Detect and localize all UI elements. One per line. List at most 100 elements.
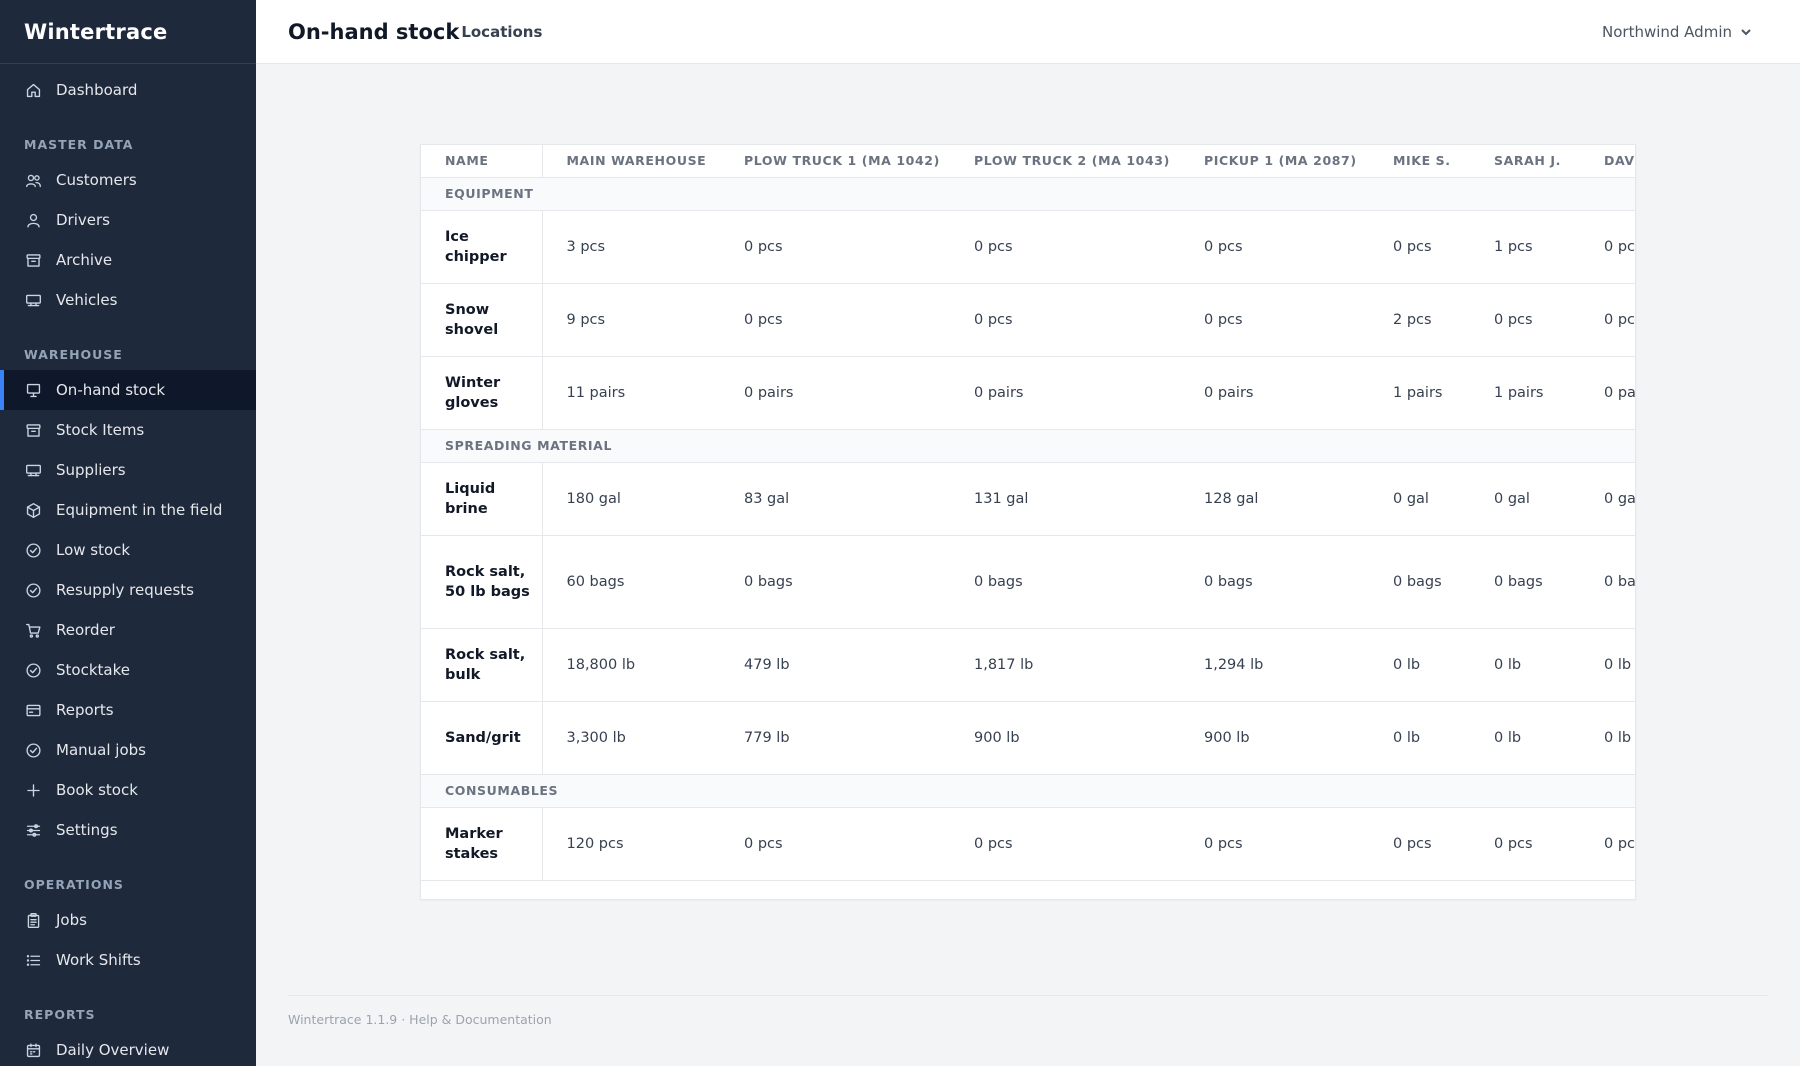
- archive-icon: [24, 251, 42, 269]
- user-icon: [24, 211, 42, 229]
- stock-cell: 0 pcs: [950, 283, 1180, 357]
- user-menu[interactable]: Northwind Admin: [1602, 0, 1752, 64]
- item-name: Ice chipper: [421, 210, 543, 284]
- stock-cell: 0 bags: [720, 535, 950, 629]
- stock-cell: 0 pcs: [1369, 210, 1470, 284]
- sidebar-item-label: Reorder: [56, 621, 115, 639]
- sidebar-section-master-data: MASTER DATA: [24, 137, 134, 152]
- truck-icon: [24, 291, 42, 309]
- stock-cell: 0 pcs: [950, 210, 1180, 284]
- sidebar-item-label: Daily Overview: [56, 1041, 170, 1059]
- column-header-plow-truck-2-ma-1043[interactable]: PLOW TRUCK 2 (MA 1043): [950, 145, 1180, 178]
- truck-icon: [24, 461, 42, 479]
- table-row[interactable]: Snow shovel 9 pcs 0 pcs 0 pcs 0 pcs 2 pcs 0 pc…: [421, 283, 1635, 357]
- stock-cell: 0 ga: [1580, 462, 1635, 536]
- sidebar-item-stocktake[interactable]: Stocktake: [0, 650, 256, 690]
- table-row[interactable]: Rock salt, bulk 18,800 lb 479 lb 1,817 lb 1,…: [421, 628, 1635, 702]
- sidebar-item-label: Stock Items: [56, 421, 145, 439]
- plus-icon: [24, 781, 42, 799]
- sidebar-item-equipment-in-the-field[interactable]: Equipment in the field: [0, 490, 256, 530]
- sidebar-item-on-hand-stock[interactable]: On-hand stock: [0, 370, 256, 410]
- stock-cell: 0 pcs: [950, 807, 1180, 881]
- group-title: SPREADING MATERIAL: [421, 429, 1635, 463]
- sidebar-item-label: Stocktake: [56, 661, 130, 679]
- stock-cell: 60 bags: [542, 535, 720, 629]
- stock-cell: 0 bags: [1369, 535, 1470, 629]
- stock-cell: 0 bags: [1470, 535, 1580, 629]
- stock-cell: 0 pcs: [1180, 210, 1369, 284]
- column-header-main-warehouse[interactable]: MAIN WAREHOUSE: [542, 145, 720, 178]
- stock-table-card[interactable]: NAME MAIN WAREHOUSE PLOW TRUCK 1 (MA 1042)…: [420, 144, 1636, 900]
- sidebar-item-label: Suppliers: [56, 461, 126, 479]
- stock-cell: 9 pcs: [542, 283, 720, 357]
- stock-cell: 0 pcs: [1470, 807, 1580, 881]
- sidebar-item-customers[interactable]: Customers: [0, 160, 256, 200]
- sidebar-item-stock-items[interactable]: Stock Items: [0, 410, 256, 450]
- table-header-row: NAME MAIN WAREHOUSE PLOW TRUCK 1 (MA 1042)…: [421, 145, 1635, 178]
- table-row[interactable]: Sand/grit 3,300 lb 779 lb 900 lb 900 lb 0 lb 0…: [421, 701, 1635, 775]
- sidebar-item-label: Work Shifts: [56, 951, 141, 969]
- sidebar-section-reports: REPORTS: [24, 1007, 96, 1022]
- stock-cell: 0 gal: [1470, 462, 1580, 536]
- sidebar-section-operations: OPERATIONS: [24, 877, 124, 892]
- sidebar-item-reorder[interactable]: Reorder: [0, 610, 256, 650]
- column-header-mike-s[interactable]: MIKE S.: [1369, 145, 1470, 178]
- table-row[interactable]: Rock salt, 50 lb bags 60 bags 0 bags 0 bags…: [421, 535, 1635, 629]
- archive-icon: [24, 421, 42, 439]
- footer-text[interactable]: Wintertrace 1.1.9 · Help & Documentation: [288, 1012, 552, 1027]
- table-row[interactable]: Liquid brine 180 gal 83 gal 131 gal 128 gal 0…: [421, 462, 1635, 536]
- stock-cell: 0 pcs: [1369, 807, 1470, 881]
- sidebar-item-label: Book stock: [56, 781, 138, 799]
- stock-cell: 0 lb: [1580, 628, 1635, 702]
- stock-cell: 0 pcs: [720, 210, 950, 284]
- check-circle-icon: [24, 581, 42, 599]
- stock-cell: 900 lb: [950, 701, 1180, 775]
- sidebar-item-resupply-requests[interactable]: Resupply requests: [0, 570, 256, 610]
- column-header-sarah-j[interactable]: SARAH J.: [1470, 145, 1580, 178]
- stock-cell: 1,294 lb: [1180, 628, 1369, 702]
- sidebar-item-reports[interactable]: Reports: [0, 690, 256, 730]
- stock-cell: 0 pcs: [1180, 807, 1369, 881]
- sidebar-item-label: Low stock: [56, 541, 131, 559]
- stock-cell: 83 gal: [720, 462, 950, 536]
- list-icon: [24, 951, 42, 969]
- sidebar-item-manual-jobs[interactable]: Manual jobs: [0, 730, 256, 770]
- sidebar-item-dashboard[interactable]: Dashboard: [0, 70, 256, 110]
- stock-cell: 0 pc: [1580, 283, 1635, 357]
- home-icon: [24, 81, 42, 99]
- stock-cell: 900 lb: [1180, 701, 1369, 775]
- stock-cell: 0 pairs: [950, 356, 1180, 430]
- stock-cell: 0 lb: [1470, 628, 1580, 702]
- sidebar-item-jobs[interactable]: Jobs: [0, 900, 256, 940]
- locations-link[interactable]: Locations: [461, 23, 542, 41]
- sidebar-item-work-shifts[interactable]: Work Shifts: [0, 940, 256, 980]
- table-row[interactable]: Winter gloves 11 pairs 0 pairs 0 pairs 0 pai…: [421, 356, 1635, 430]
- sidebar-item-label: Equipment in the field: [56, 501, 223, 519]
- app-logo[interactable]: Wintertrace: [0, 0, 256, 64]
- stock-cell: 779 lb: [720, 701, 950, 775]
- sidebar-item-label: On-hand stock: [56, 381, 166, 399]
- column-header-davi[interactable]: DAVI: [1580, 145, 1635, 178]
- sidebar-item-suppliers[interactable]: Suppliers: [0, 450, 256, 490]
- item-name: Liquid brine: [421, 462, 543, 536]
- stock-cell: 18,800 lb: [542, 628, 720, 702]
- column-header-name[interactable]: NAME: [421, 145, 543, 178]
- stock-cell: 0 pc: [1580, 210, 1635, 284]
- sidebar-item-vehicles[interactable]: Vehicles: [0, 280, 256, 320]
- group-title: CONSUMABLES: [421, 774, 1635, 808]
- stock-cell: 0 pcs: [1470, 283, 1580, 357]
- sidebar-item-low-stock[interactable]: Low stock: [0, 530, 256, 570]
- table-row[interactable]: Marker stakes 120 pcs 0 pcs 0 pcs 0 pcs 0 pcs…: [421, 807, 1635, 881]
- sidebar-item-settings[interactable]: Settings: [0, 810, 256, 850]
- sidebar-item-archive[interactable]: Archive: [0, 240, 256, 280]
- stock-cell: 0 pairs: [1180, 356, 1369, 430]
- sidebar-item-daily-overview[interactable]: Daily Overview: [0, 1030, 256, 1066]
- sidebar-item-book-stock[interactable]: Book stock: [0, 770, 256, 810]
- sidebar-item-drivers[interactable]: Drivers: [0, 200, 256, 240]
- stock-cell: 0 bags: [1180, 535, 1369, 629]
- column-header-pickup-1-ma-2087[interactable]: PICKUP 1 (MA 2087): [1180, 145, 1369, 178]
- stock-cell: 0 bags: [950, 535, 1180, 629]
- column-header-plow-truck-1-ma-1042[interactable]: PLOW TRUCK 1 (MA 1042): [720, 145, 950, 178]
- table-row[interactable]: Ice chipper 3 pcs 0 pcs 0 pcs 0 pcs 0 pcs 1 pc…: [421, 210, 1635, 284]
- sidebar-item-label: Jobs: [56, 911, 87, 929]
